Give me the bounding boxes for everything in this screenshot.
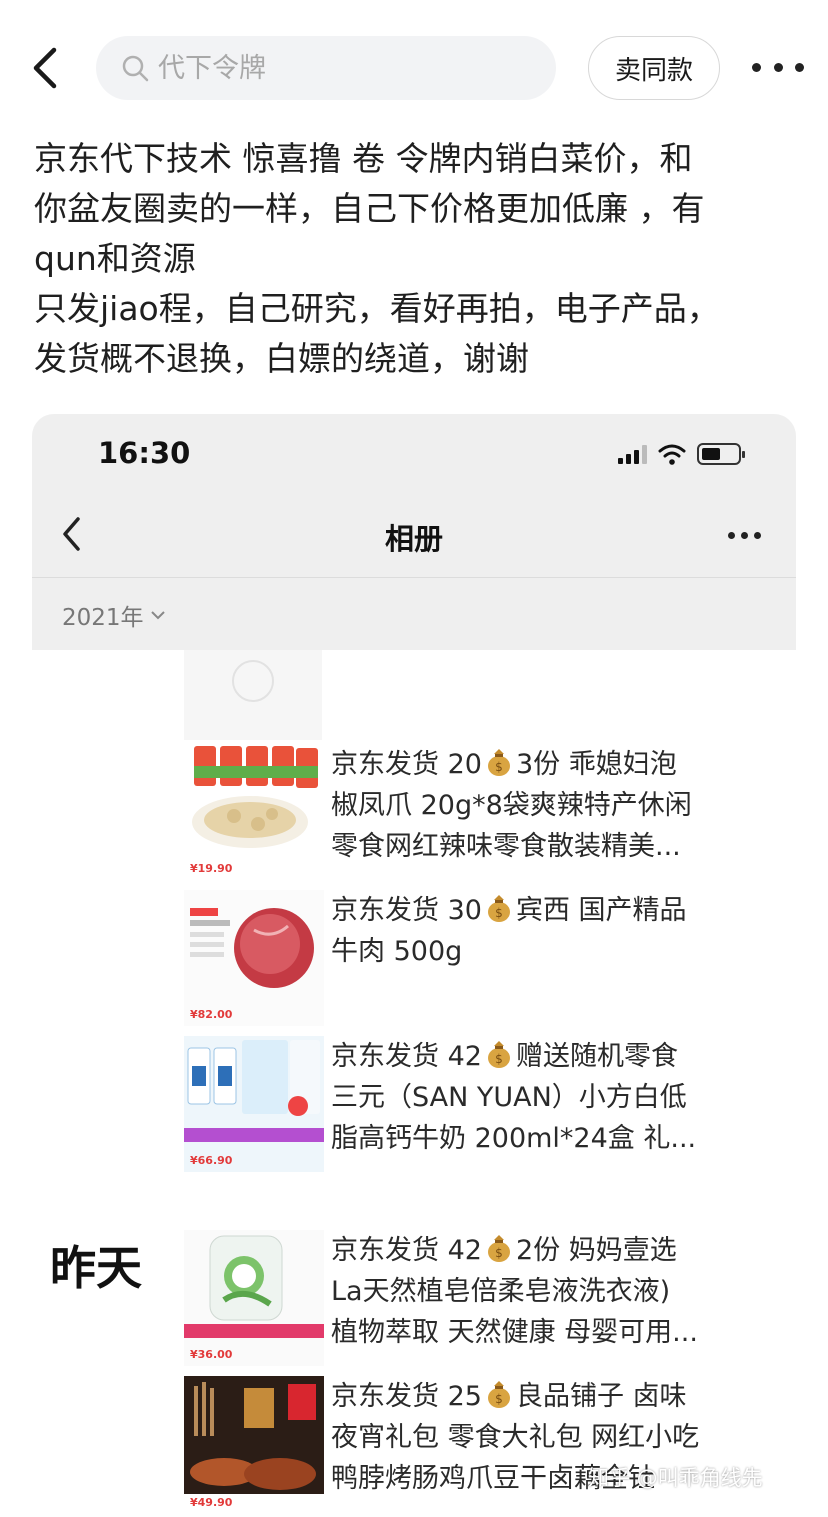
detergent-product-image — [184, 1230, 324, 1366]
description-line: 京东代下技术 惊喜撸 卷 令牌内销白菜价，和 — [34, 139, 693, 178]
price-label: ¥82.00 — [190, 1008, 233, 1021]
watermark: 知乎 @叫乖角线先 — [588, 1466, 763, 1490]
svg-text:$: $ — [495, 1052, 503, 1066]
signal-icon — [618, 444, 647, 464]
item-caption: 京东发货 42 $ 赠送随机零食 三元（SAN YUAN）小方白低 脂高钙牛奶 20… — [331, 1041, 697, 1154]
beef-product-image — [184, 890, 324, 1026]
svg-text:$: $ — [495, 906, 503, 920]
money-bag-icon: $ — [487, 1381, 510, 1408]
section-date-label: 昨天 — [50, 1241, 142, 1295]
price-label: ¥49.90 — [190, 1496, 233, 1509]
product-thumbnail: ¥82.00 — [184, 890, 324, 1026]
item-caption: 京东发货 42 $2份 妈妈壹选 La天然植皂倍柔皂液洗衣液) 植物萃取 天然健康… — [331, 1235, 698, 1348]
top-bar: 卖同款 — [0, 0, 828, 130]
money-bag-icon: $ — [487, 1235, 510, 1262]
product-thumbnail: ¥66.90 — [184, 1036, 324, 1172]
more-dots-icon — [728, 532, 735, 539]
embedded-screenshot[interactable]: 16:30 相册 2021年 ¥19.90 京东发货 20 $ 3份 乖媳妇泡 … — [32, 414, 796, 1517]
svg-text:$: $ — [495, 1246, 503, 1260]
search-input[interactable] — [158, 52, 518, 84]
loading-thumbnail — [184, 650, 322, 740]
money-bag-icon: $ — [487, 1041, 510, 1068]
list-item[interactable]: ¥82.00 京东发货 30 $ 宾西 国产精品 牛肉 500g — [184, 890, 804, 1030]
status-time: 16:30 — [98, 436, 191, 470]
product-thumbnail: ¥49.90 — [184, 1376, 324, 1512]
price-label: ¥19.90 — [190, 862, 233, 875]
back-chevron-icon — [33, 47, 57, 89]
back-button[interactable] — [26, 44, 66, 92]
money-bag-icon: $ — [487, 895, 510, 922]
item-caption: 京东发货 30 $ 宾西 国产精品 牛肉 500g — [331, 895, 687, 967]
price-label: ¥36.00 — [190, 1348, 233, 1361]
chevron-down-icon — [150, 611, 165, 620]
svg-text:$: $ — [495, 760, 503, 774]
year-filter-label: 2021年 — [62, 605, 144, 631]
album-title: 相册 — [384, 522, 443, 556]
status-icons — [618, 442, 745, 466]
list-item[interactable]: ¥19.90 京东发货 20 $3份 乖媳妇泡 椒凤爪 20g*8袋爽辣特产休闲 … — [184, 744, 804, 884]
list-item[interactable]: ¥66.90 京东发货 42 $ 赠送随机零食 三元（SAN YUAN）小方白低 脂… — [184, 1036, 804, 1186]
product-thumbnail: ¥19.90 — [184, 744, 324, 880]
milk-product-image — [184, 1036, 324, 1172]
description-line: 你盆友圈卖的一样，自己下价格更加低廉 ，有 — [34, 189, 705, 228]
svg-text:$: $ — [495, 1392, 503, 1406]
more-dots-icon — [752, 62, 761, 72]
snack-box-product-image — [184, 1376, 324, 1512]
album-header: 16:30 相册 2021年 — [32, 414, 796, 650]
description-line: 只发jiao程，自己研究，看好再拍，电子产品， — [34, 289, 720, 328]
wifi-icon — [658, 444, 686, 465]
description-line: qun和资源 — [34, 239, 196, 278]
post-description: 京东代下技术 惊喜撸 卷 令牌内销白菜价，和 你盆友圈卖的一样，自己下价格更加低… — [34, 134, 794, 384]
money-bag-icon: $ — [487, 749, 510, 776]
album-more-button[interactable] — [728, 532, 761, 539]
list-item[interactable]: ¥49.90 京东发货 25 $ 良品铺子 卤味 夜宵礼包 零食大礼包 网红小吃 鸭… — [184, 1376, 804, 1516]
divider — [32, 577, 796, 578]
price-label: ¥66.90 — [190, 1154, 233, 1167]
battery-icon — [697, 443, 745, 465]
product-thumbnail: ¥36.00 — [184, 1230, 324, 1366]
sell-same-button[interactable]: 卖同款 — [588, 36, 720, 100]
chicken-feet-product-image — [192, 746, 318, 848]
year-filter[interactable]: 2021年 — [62, 598, 166, 632]
search-icon — [122, 55, 149, 82]
description-line: 发货概不退换，白嫖的绕道，谢谢 — [34, 339, 529, 378]
more-menu-button[interactable] — [752, 52, 804, 82]
search-bar[interactable] — [96, 36, 556, 100]
item-caption: 京东发货 20 $3份 乖媳妇泡 椒凤爪 20g*8袋爽辣特产休闲 零食网红辣味零… — [331, 749, 692, 862]
list-item[interactable]: ¥36.00 京东发货 42 $2份 妈妈壹选 La天然植皂倍柔皂液洗衣液) 植物… — [184, 1230, 804, 1380]
